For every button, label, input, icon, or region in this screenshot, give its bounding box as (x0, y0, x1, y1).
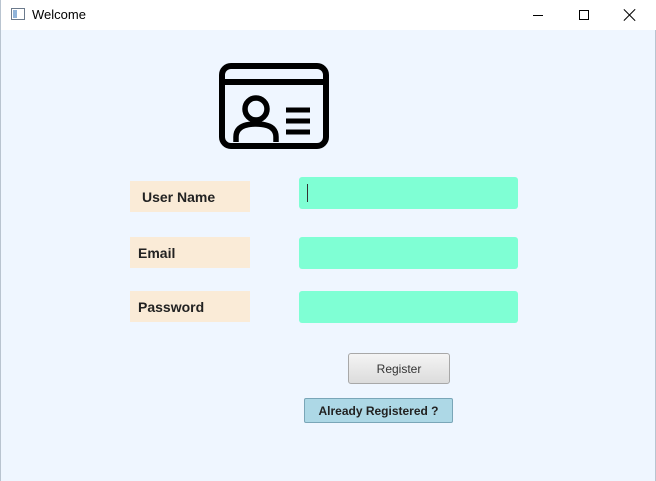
email-input[interactable] (299, 237, 518, 269)
minimize-icon (533, 14, 543, 16)
close-button[interactable] (607, 0, 653, 30)
welcome-window: Welcome User Name Email Password Registe… (0, 0, 656, 481)
window-title: Welcome (32, 7, 86, 22)
title-bar[interactable]: Welcome (1, 0, 656, 30)
already-registered-button[interactable]: Already Registered ? (304, 398, 453, 423)
register-button[interactable]: Register (348, 353, 450, 384)
text-caret (307, 184, 308, 202)
id-card-icon (219, 63, 329, 149)
maximize-icon (579, 10, 589, 20)
minimize-button[interactable] (515, 0, 561, 30)
email-label: Email (130, 237, 250, 268)
password-label: Password (130, 291, 250, 322)
password-input[interactable] (299, 291, 518, 323)
username-label: User Name (130, 181, 250, 212)
maximize-button[interactable] (561, 0, 607, 30)
username-input[interactable] (299, 177, 518, 209)
close-icon (624, 9, 636, 21)
app-window-icon (11, 8, 25, 20)
